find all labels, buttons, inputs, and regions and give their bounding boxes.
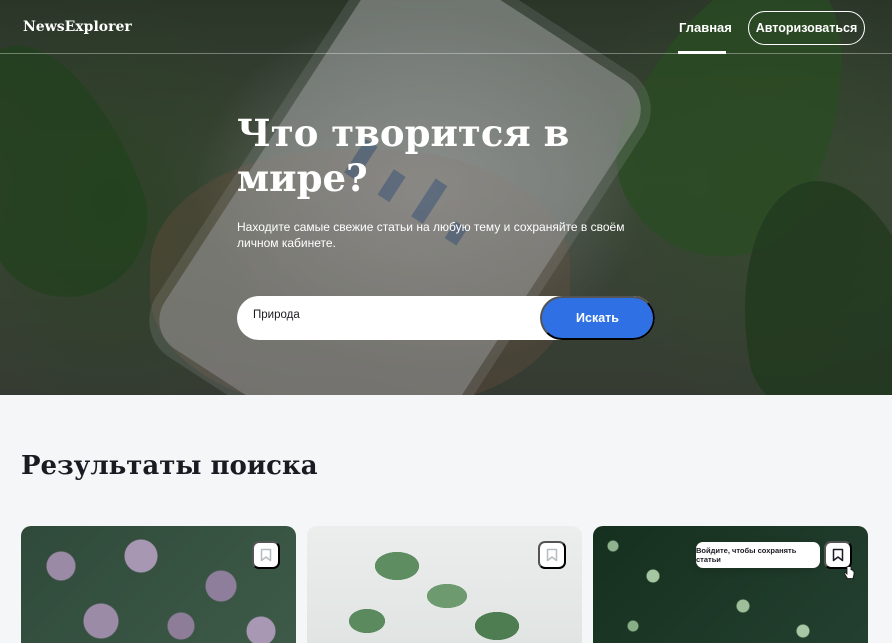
bookmark-button[interactable] <box>252 541 280 569</box>
hero-title: Что творится в мире? <box>237 111 570 200</box>
auth-button[interactable]: Авторизоваться <box>748 11 865 45</box>
results-title: Результаты поиска <box>21 451 318 481</box>
hero-section: NewsExplorer Главная Авторизоваться Что … <box>0 0 892 395</box>
logo[interactable]: NewsExplorer <box>23 19 132 35</box>
bookmark-icon <box>546 548 558 562</box>
bookmark-button[interactable] <box>538 541 566 569</box>
hand-pointer-icon <box>843 566 855 579</box>
login-tooltip: Войдите, чтобы сохранять статьи <box>696 542 820 568</box>
bookmark-button[interactable] <box>824 541 852 569</box>
search-input[interactable] <box>253 309 533 321</box>
news-card[interactable]: Войдите, чтобы сохранять статьи <box>593 526 868 643</box>
search-form: Искать <box>237 296 655 340</box>
hero-subtitle: Находите самые свежие статьи на любую те… <box>237 220 625 250</box>
nav-active-underline <box>678 51 726 54</box>
bookmark-icon <box>832 548 844 562</box>
site-header: NewsExplorer Главная Авторизоваться <box>0 0 892 54</box>
bookmark-icon <box>260 548 272 562</box>
nav-home-link[interactable]: Главная <box>679 20 732 35</box>
search-button[interactable]: Искать <box>540 296 655 340</box>
news-card[interactable] <box>307 526 582 643</box>
news-card[interactable] <box>21 526 296 643</box>
